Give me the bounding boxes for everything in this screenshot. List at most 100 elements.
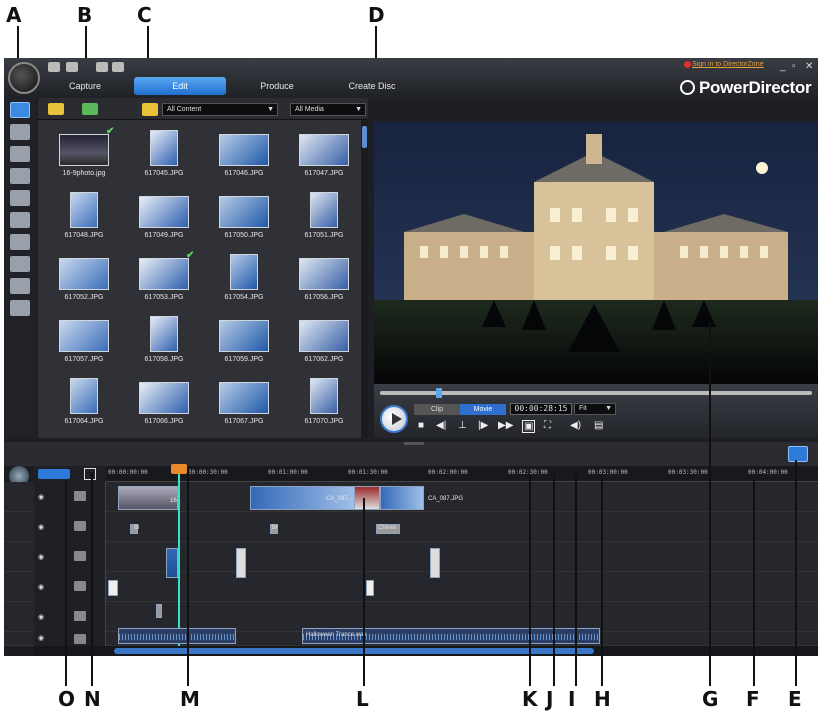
library-item-thumbnail[interactable] bbox=[299, 134, 349, 166]
library-item-thumbnail[interactable] bbox=[139, 382, 189, 414]
library-item-thumbnail[interactable] bbox=[139, 196, 189, 228]
library-item-thumbnail[interactable] bbox=[70, 192, 98, 228]
zoom-select[interactable]: Fit ▼ bbox=[574, 403, 616, 415]
minimize-button[interactable]: _ bbox=[780, 61, 786, 72]
library-item-thumbnail[interactable] bbox=[299, 320, 349, 352]
subtitle-room-button[interactable] bbox=[10, 300, 30, 316]
seek-slider-handle[interactable] bbox=[436, 388, 442, 398]
library-item-thumbnail[interactable] bbox=[59, 134, 109, 166]
library-item-thumbnail[interactable] bbox=[219, 196, 269, 228]
fullscreen-icon[interactable]: ⛶ bbox=[544, 420, 551, 431]
library-item-thumbnail[interactable] bbox=[219, 382, 269, 414]
clip-label: Chines bbox=[378, 525, 397, 531]
voice-over-button[interactable] bbox=[10, 256, 30, 272]
particle-clip[interactable] bbox=[366, 580, 374, 596]
track-visibility-icon[interactable]: ◉ bbox=[38, 493, 44, 501]
audio-mixing-button[interactable] bbox=[10, 234, 30, 250]
pip-objects-button[interactable] bbox=[10, 146, 30, 162]
track-visibility-icon[interactable]: ◉ bbox=[38, 613, 44, 621]
new-project-icon[interactable] bbox=[48, 62, 60, 72]
library-item-thumbnail[interactable] bbox=[219, 320, 269, 352]
seek-bar[interactable] bbox=[380, 391, 812, 395]
tab-produce[interactable]: Produce bbox=[236, 77, 318, 95]
close-button[interactable]: ✕ bbox=[805, 61, 813, 72]
marker-icon[interactable] bbox=[84, 468, 96, 480]
import-media-icon[interactable] bbox=[48, 103, 64, 115]
particle-clip[interactable] bbox=[108, 580, 118, 596]
playhead-handle[interactable] bbox=[171, 464, 187, 474]
library-item-thumbnail[interactable] bbox=[59, 258, 109, 290]
music-clip[interactable] bbox=[118, 628, 236, 644]
video-clip[interactable] bbox=[354, 486, 380, 510]
library-item-thumbnail[interactable] bbox=[150, 130, 178, 166]
fit-timeline-button[interactable] bbox=[788, 446, 808, 462]
fast-forward-icon[interactable]: ▶▶ bbox=[498, 420, 513, 431]
title-clip[interactable] bbox=[156, 604, 162, 618]
title-room-button[interactable] bbox=[10, 190, 30, 206]
media-filter-toggle-icon[interactable] bbox=[142, 103, 158, 116]
library-item-thumbnail[interactable] bbox=[310, 378, 338, 414]
snapshot-icon[interactable]: ▤ bbox=[594, 420, 603, 431]
particle-room-button[interactable] bbox=[10, 168, 30, 184]
timeline-scrollbar[interactable] bbox=[34, 646, 818, 656]
particle-track[interactable]: ◉ bbox=[4, 572, 818, 602]
timecode-display[interactable]: 00:00:28:15 bbox=[510, 403, 572, 415]
track-visibility-icon[interactable]: ◉ bbox=[38, 553, 44, 561]
callout-line bbox=[363, 498, 365, 686]
tab-edit[interactable]: Edit bbox=[134, 77, 226, 95]
chapter-room-button[interactable] bbox=[10, 278, 30, 294]
save-project-icon[interactable] bbox=[112, 62, 124, 72]
track-visibility-icon[interactable]: ◉ bbox=[38, 583, 44, 591]
media-room-button[interactable] bbox=[10, 102, 30, 118]
tab-create-disc[interactable]: Create Disc bbox=[326, 77, 418, 95]
track-visibility-icon[interactable]: ◉ bbox=[38, 634, 44, 642]
effect-track[interactable]: ◉ bbox=[4, 512, 818, 542]
track-type-icon bbox=[74, 634, 86, 644]
content-filter-select[interactable]: All Content ▼ bbox=[162, 103, 278, 116]
timeline-ruler[interactable]: 00:00:00:00 00:00:30:00 00:01:00:00 00:01:3… bbox=[106, 466, 818, 482]
library-item-thumbnail[interactable] bbox=[310, 192, 338, 228]
library-scrollbar[interactable] bbox=[361, 120, 368, 438]
plugin-icon[interactable] bbox=[82, 103, 98, 115]
library-item-thumbnail[interactable] bbox=[230, 254, 258, 290]
video-clip[interactable] bbox=[380, 486, 424, 510]
timeline-playhead[interactable] bbox=[178, 466, 180, 646]
tab-capture[interactable]: Capture bbox=[44, 77, 126, 95]
pip-clip[interactable] bbox=[236, 548, 246, 578]
library-item-label: 617050.JPG bbox=[224, 232, 264, 239]
next-frame-icon[interactable]: |▶ bbox=[478, 420, 488, 431]
media-filter-select[interactable]: All Media ▼ bbox=[290, 103, 366, 116]
library-item-thumbnail[interactable] bbox=[150, 316, 178, 352]
clip-mode-button[interactable]: Clip bbox=[414, 404, 460, 415]
effect-room-button[interactable] bbox=[10, 124, 30, 140]
player-controls: Clip Movie 00:00:28:15 Fit ▼ ■ ◀| ⊥ |▶ ▶▶… bbox=[374, 384, 818, 438]
callout-line bbox=[753, 480, 755, 686]
video-clip[interactable] bbox=[118, 486, 178, 510]
pip-clip[interactable] bbox=[166, 548, 178, 578]
play-button[interactable] bbox=[380, 405, 408, 433]
track-visibility-icon[interactable]: ◉ bbox=[38, 523, 44, 531]
callout-a: A bbox=[6, 3, 22, 27]
library-item-thumbnail[interactable] bbox=[70, 378, 98, 414]
stop-icon[interactable]: ■ bbox=[418, 420, 424, 431]
previous-frame-icon[interactable]: ◀| bbox=[436, 420, 446, 431]
undo-icon[interactable] bbox=[66, 62, 78, 72]
mark-in-out-icon[interactable]: ▣ bbox=[522, 420, 536, 433]
library-item-thumbnail[interactable] bbox=[219, 134, 269, 166]
library-item-thumbnail[interactable] bbox=[139, 258, 189, 290]
library-item-thumbnail[interactable] bbox=[59, 320, 109, 352]
split-icon[interactable]: ⊥ bbox=[458, 420, 467, 431]
sign-in-link[interactable]: Sign in to DirectorZone bbox=[692, 61, 764, 68]
open-project-icon[interactable] bbox=[96, 62, 108, 72]
timeline-header bbox=[4, 442, 818, 466]
transition-room-button[interactable] bbox=[10, 212, 30, 228]
movie-mode-button[interactable]: Movie bbox=[460, 404, 506, 415]
restore-button[interactable]: ▫ bbox=[792, 61, 796, 72]
track-manager-button[interactable] bbox=[38, 469, 70, 479]
volume-icon[interactable]: ◀) bbox=[570, 420, 581, 431]
pip-track[interactable]: ◉ bbox=[4, 542, 818, 572]
timeline-drag-handle[interactable] bbox=[404, 442, 424, 445]
library-item-thumbnail[interactable] bbox=[299, 258, 349, 290]
app-logo-icon[interactable] bbox=[8, 62, 40, 94]
pip-clip[interactable] bbox=[430, 548, 440, 578]
